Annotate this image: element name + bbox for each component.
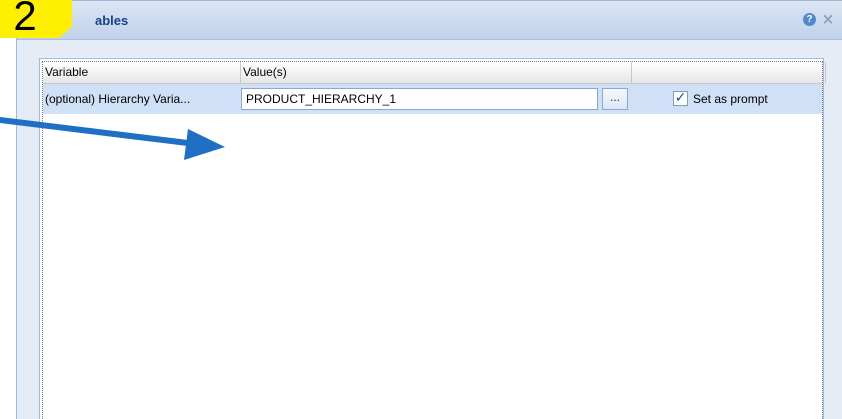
step-number-badge: 2 bbox=[0, 0, 72, 38]
set-as-prompt-checkbox[interactable]: ✓ bbox=[673, 91, 688, 106]
browse-button[interactable]: ... bbox=[602, 88, 628, 110]
help-icon[interactable]: ? bbox=[803, 13, 816, 26]
column-header-variable[interactable]: Variable bbox=[43, 62, 241, 83]
close-icon[interactable]: × bbox=[820, 11, 836, 27]
checkmark-icon: ✓ bbox=[674, 90, 687, 106]
grid-header: Variable Value(s) bbox=[43, 62, 826, 84]
column-header-values[interactable]: Value(s) bbox=[241, 62, 632, 83]
pointer-arrow-icon bbox=[0, 117, 225, 160]
dialog-title: ables bbox=[95, 13, 129, 28]
dialog-titlebar[interactable]: ables ? × bbox=[17, 0, 842, 40]
set-as-prompt-label: Set as prompt bbox=[693, 92, 768, 106]
column-header-prompt[interactable] bbox=[632, 62, 826, 83]
value-input[interactable]: PRODUCT_HIERARCHY_1 bbox=[241, 88, 598, 110]
variables-dialog: ables ? × Variable Value(s) (optional) H… bbox=[16, 0, 842, 419]
